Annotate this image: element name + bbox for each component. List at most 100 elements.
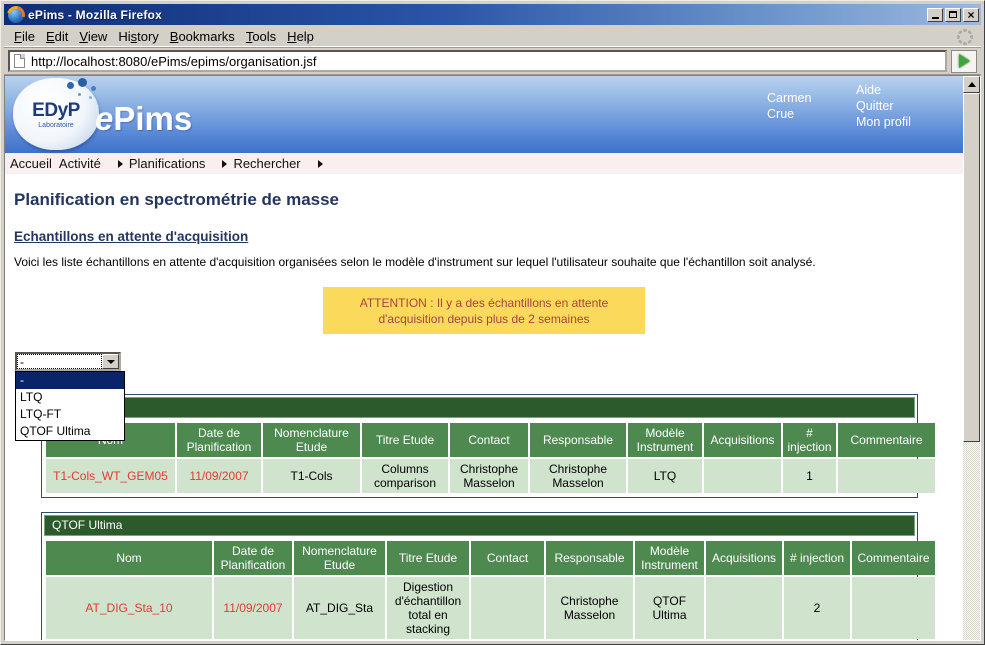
nav-item-activite[interactable]: Activité	[59, 156, 101, 171]
logo-title: EDyP	[32, 100, 80, 122]
instrument-select-wrap: - -LTQLTQ-FTQTOF Ultima	[15, 352, 121, 371]
table-header-row: NomDate de PlanificationNomenclature Etu…	[46, 423, 935, 457]
select-dropdown-button[interactable]	[102, 354, 119, 369]
url-text: http://localhost:8080/ePims/epims/organi…	[31, 54, 316, 69]
column-header-contact: Contact	[471, 541, 544, 575]
cell-date-de-planification: 11/09/2007	[214, 577, 292, 639]
results-table: NomDate de PlanificationNomenclature Etu…	[44, 421, 937, 495]
header-link-aide[interactable]: Aide	[856, 82, 911, 98]
close-button[interactable]: ×	[963, 8, 979, 22]
menu-tools[interactable]: Tools	[246, 29, 276, 44]
option-ltq[interactable]: LTQ	[16, 389, 124, 406]
vertical-scrollbar[interactable]	[963, 76, 980, 640]
nav-item-planifications[interactable]: Planifications	[129, 156, 206, 171]
cell-injection: 2	[784, 577, 850, 639]
minimize-button[interactable]	[927, 8, 943, 22]
chevron-down-icon	[107, 360, 115, 364]
cell-responsable: Christophe Masselon	[530, 459, 626, 493]
web-page: EDyP Laboratoire ePims Carmen Crue AideQ…	[5, 76, 963, 640]
go-button[interactable]	[951, 50, 977, 73]
nav-item-rechercher[interactable]: Rechercher	[233, 156, 300, 171]
cell-commentaire	[852, 577, 935, 639]
menu-history[interactable]: History	[118, 29, 158, 44]
go-arrow-icon	[959, 54, 970, 68]
cell-date-de-planification: 11/09/2007	[177, 459, 261, 493]
nav-item-accueil[interactable]: Accueil	[10, 156, 52, 171]
menu-bookmarks[interactable]: Bookmarks	[170, 29, 235, 44]
header-link-quitter[interactable]: Quitter	[856, 98, 911, 114]
column-header-injection: # injection	[783, 423, 836, 457]
option-ltq-ft[interactable]: LTQ-FT	[16, 406, 124, 423]
option-blank[interactable]: -	[16, 372, 124, 389]
group-header: QTOF Ultima	[44, 515, 915, 536]
column-header-date-de-planification: Date de Planification	[177, 423, 261, 457]
column-header-titre-etude: Titre Etude	[362, 423, 448, 457]
table-header-row: NomDate de PlanificationNomenclature Etu…	[46, 541, 935, 575]
cell-contact: Christophe Masselon	[450, 459, 528, 493]
option-qtof-ultima[interactable]: QTOF Ultima	[16, 423, 124, 440]
cell-titre-etude: Digestion d'échantillon total en stackin…	[387, 577, 469, 639]
cell-nom: T1-Cols_WT_GEM05	[46, 459, 175, 493]
column-header-acquisitions: Acquisitions	[706, 541, 782, 575]
cell-acquisitions	[704, 459, 781, 493]
table-container-ltq: LTQ NomDate de PlanificationNomenclature…	[41, 394, 918, 498]
minimize-icon	[932, 17, 939, 19]
table-container-qtof: QTOF Ultima NomDate de PlanificationNome…	[41, 512, 918, 640]
column-header-nomenclature-etude: Nomenclature Etude	[263, 423, 360, 457]
instrument-options: -LTQLTQ-FTQTOF Ultima	[15, 371, 125, 441]
instrument-select-value: -	[18, 355, 101, 368]
nav-bar: Accueil Activité Planifications Rechercher	[5, 153, 963, 174]
menu-view[interactable]: View	[79, 29, 107, 44]
instrument-select[interactable]: -	[15, 352, 121, 371]
app-brand: ePims	[95, 100, 192, 138]
address-bar: http://localhost:8080/ePims/epims/organi…	[4, 48, 981, 75]
column-header-nomenclature-etude: Nomenclature Etude	[294, 541, 385, 575]
warning-banner: ATTENTION : Il y a des échantillons en a…	[323, 287, 645, 334]
cell-nomenclature-etude: T1-Cols	[263, 459, 360, 493]
cell-titre-etude: Columns comparison	[362, 459, 448, 493]
browser-viewport: EDyP Laboratoire ePims Carmen Crue AideQ…	[4, 75, 981, 641]
table-row: T1-Cols_WT_GEM0511/09/2007T1-ColsColumns…	[46, 459, 935, 493]
logo-dots-icon	[67, 82, 74, 89]
cell-nom: AT_DIG_Sta_10	[46, 577, 212, 639]
menu-file[interactable]: File	[14, 29, 35, 44]
user-name: Carmen Crue	[767, 90, 831, 122]
close-icon: ×	[967, 10, 974, 20]
submenu-arrow-icon	[118, 160, 123, 168]
header-links: AideQuitterMon profil	[856, 82, 911, 130]
cell-acquisitions	[706, 577, 782, 639]
header-link-mon-profil[interactable]: Mon profil	[856, 114, 911, 130]
nav-items: Accueil Activité Planifications Rechercher	[10, 156, 329, 171]
column-header-contact: Contact	[450, 423, 528, 457]
logo-subtitle: Laboratoire	[38, 122, 73, 129]
url-input[interactable]: http://localhost:8080/ePims/epims/organi…	[8, 50, 947, 72]
page-icon	[14, 54, 25, 68]
menu-help[interactable]: Help	[287, 29, 314, 44]
column-header-injection: # injection	[784, 541, 850, 575]
menu-edit[interactable]: Edit	[46, 29, 68, 44]
column-header-nom: Nom	[46, 541, 212, 575]
column-header-responsable: Responsable	[546, 541, 633, 575]
firefox-icon	[8, 7, 24, 23]
page-title: Planification en spectrométrie de masse	[14, 190, 963, 210]
column-header-acquisitions: Acquisitions	[704, 423, 781, 457]
scrollbar-thumb[interactable]	[963, 93, 980, 442]
maximize-button[interactable]	[945, 8, 961, 22]
cell-contact	[471, 577, 544, 639]
column-header-date-de-planification: Date de Planification	[214, 541, 292, 575]
cell-responsable: Christophe Masselon	[546, 577, 633, 639]
app-header: EDyP Laboratoire ePims Carmen Crue AideQ…	[5, 76, 963, 153]
column-header-responsable: Responsable	[530, 423, 626, 457]
column-header-mode-le-instrument: Modèle Instrument	[628, 423, 702, 457]
menu-bar: File Edit View History Bookmarks Tools Help	[4, 25, 981, 48]
column-header-mode-le-instrument: Modèle Instrument	[635, 541, 704, 575]
group-header: LTQ	[44, 397, 915, 418]
maximize-icon	[949, 11, 957, 18]
throbber-icon	[957, 29, 973, 45]
cell-nomenclature-etude: AT_DIG_Sta	[294, 577, 385, 639]
table-row: AT_DIG_Sta_1011/09/2007AT_DIG_StaDigesti…	[46, 577, 935, 639]
intro-text: Voici les liste échantillons en attente …	[14, 255, 963, 269]
main-content: Planification en spectrométrie de masse …	[5, 190, 963, 640]
scroll-up-button[interactable]	[963, 76, 980, 93]
cell-mode-le-instrument: QTOF Ultima	[635, 577, 704, 639]
